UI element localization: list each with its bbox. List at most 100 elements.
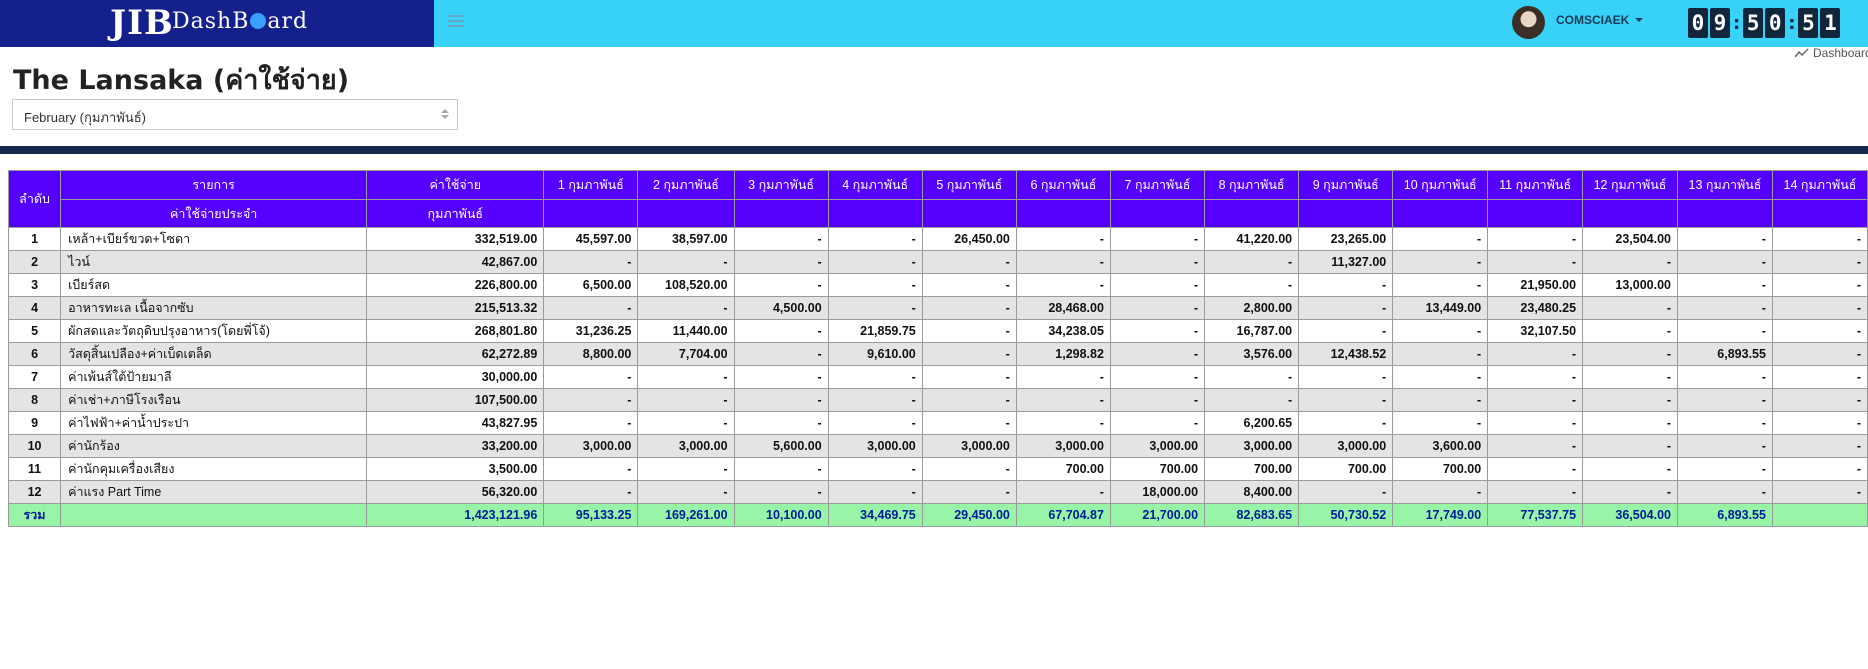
row-index: 8 bbox=[7, 388, 62, 412]
clock-digit: 5 bbox=[1798, 8, 1819, 38]
header-day: 6 กุมภาพันธ์ bbox=[1015, 170, 1111, 200]
hamburger-menu-icon[interactable] bbox=[448, 12, 464, 32]
row-total-cost: 43,827.95 bbox=[366, 411, 545, 435]
row-day-amount: - bbox=[921, 411, 1017, 435]
brand-logo[interactable]: JIB DashB ard bbox=[0, 0, 434, 47]
row-day-amount: - bbox=[1487, 457, 1584, 481]
clock-digit: 0 bbox=[1688, 8, 1708, 38]
total-day-cell: 17,749.00 bbox=[1392, 503, 1489, 527]
row-day-amount: - bbox=[733, 250, 829, 274]
row-total-cost: 268,801.80 bbox=[366, 319, 545, 343]
table-row: 6 วัสดุสิ้นเปลือง+ค่าเบ็ดเตล็ด 62,272.89 8,… bbox=[7, 342, 1868, 366]
row-day-amount: - bbox=[1582, 365, 1678, 389]
row-day-amount: 3,000.00 bbox=[1109, 434, 1206, 458]
row-day-amount: 3,000.00 bbox=[1204, 434, 1300, 458]
brand-dot-icon bbox=[250, 13, 267, 29]
top-navbar: JIB DashB ard COMSCIAEK 0 9 : 5 0 : 5 1 bbox=[0, 0, 1868, 47]
row-day-amount: - bbox=[1677, 365, 1773, 389]
row-day-amount: 23,504.00 bbox=[1582, 227, 1678, 251]
row-day-amount: 23,480.25 bbox=[1487, 296, 1584, 320]
row-day-amount: - bbox=[637, 296, 735, 320]
header-day-sub bbox=[1392, 199, 1489, 228]
row-day-amount: 5,600.00 bbox=[733, 434, 829, 458]
header-day: 9 กุมภาพันธ์ bbox=[1298, 170, 1394, 200]
row-day-amount: - bbox=[1392, 388, 1489, 412]
header-day: 2 กุมภาพันธ์ bbox=[637, 170, 735, 200]
user-menu[interactable]: COMSCIAEK bbox=[1556, 13, 1644, 27]
total-day-cell: 169,261.00 bbox=[637, 503, 735, 527]
username-label: COMSCIAEK bbox=[1556, 13, 1630, 27]
total-day-cell: 82,683.65 bbox=[1204, 503, 1300, 527]
header-day: 11 กุมภาพันธ์ bbox=[1487, 170, 1584, 200]
row-day-amount: - bbox=[637, 365, 735, 389]
row-day-amount: - bbox=[733, 365, 829, 389]
row-day-amount: - bbox=[733, 273, 829, 297]
row-day-amount: - bbox=[1487, 227, 1584, 251]
row-day-amount: - bbox=[1487, 388, 1584, 412]
row-day-amount: - bbox=[1677, 434, 1773, 458]
row-day-amount: - bbox=[1487, 250, 1584, 274]
expense-table-container: ลำดับ รายการ ค่าใช้จ่าย 1 กุมภาพันธ์ 2 ก… bbox=[7, 170, 1868, 527]
row-day-amount: - bbox=[1771, 319, 1868, 343]
clock-colon: : bbox=[1788, 12, 1796, 34]
row-index: 7 bbox=[7, 365, 62, 389]
row-day-amount: 38,597.00 bbox=[637, 227, 735, 251]
row-item-name: เหล้า+เบียร์ขวด+โซดา bbox=[60, 227, 368, 251]
row-day-amount: - bbox=[1677, 411, 1773, 435]
row-item-name: ค่านักร้อง bbox=[60, 434, 368, 458]
row-day-amount: 11,327.00 bbox=[1298, 250, 1394, 274]
clock-digit: 9 bbox=[1710, 8, 1730, 38]
row-day-amount: 28,468.00 bbox=[1015, 296, 1111, 320]
row-day-amount: - bbox=[921, 388, 1017, 412]
total-day-cell: 95,133.25 bbox=[543, 503, 639, 527]
header-day: 3 กุมภาพันธ์ bbox=[733, 170, 829, 200]
row-day-amount: - bbox=[1298, 296, 1394, 320]
row-day-amount: - bbox=[1771, 296, 1868, 320]
row-day-amount: - bbox=[921, 457, 1017, 481]
row-total-cost: 215,513.32 bbox=[366, 296, 545, 320]
header-day-sub bbox=[1015, 199, 1111, 228]
avatar[interactable] bbox=[1512, 6, 1545, 39]
table-row: 9 ค่าไฟฟ้า+ค่าน้ำประปา 43,827.95- - - - - - -6,2… bbox=[7, 411, 1868, 435]
row-day-amount: - bbox=[1677, 388, 1773, 412]
row-total-cost: 226,800.00 bbox=[366, 273, 545, 297]
header-day: 8 กุมภาพันธ์ bbox=[1204, 170, 1300, 200]
row-item-name: ค่านักคุมเครื่องเสียง bbox=[60, 457, 368, 481]
row-day-amount: - bbox=[1298, 411, 1394, 435]
row-day-amount: 45,597.00 bbox=[543, 227, 639, 251]
row-day-amount: 700.00 bbox=[1392, 457, 1489, 481]
row-day-amount: - bbox=[1771, 342, 1868, 366]
row-index: 6 bbox=[7, 342, 62, 366]
row-day-amount: - bbox=[1771, 434, 1868, 458]
header-day-sub bbox=[1109, 199, 1206, 228]
row-day-amount: - bbox=[827, 365, 923, 389]
row-total-cost: 107,500.00 bbox=[366, 388, 545, 412]
row-day-amount: - bbox=[1487, 342, 1584, 366]
row-item-name: ค่าแรง Part Time bbox=[60, 480, 368, 504]
row-day-amount: - bbox=[1109, 250, 1206, 274]
row-day-amount: 18,000.00 bbox=[1109, 480, 1206, 504]
month-select[interactable]: February (กุมภาพันธ์) bbox=[12, 99, 458, 130]
row-day-amount: - bbox=[637, 250, 735, 274]
row-day-amount: - bbox=[1771, 457, 1868, 481]
row-day-amount: - bbox=[733, 342, 829, 366]
row-day-amount: 26,450.00 bbox=[921, 227, 1017, 251]
row-index: 4 bbox=[7, 296, 62, 320]
header-day: 5 กุมภาพันธ์ bbox=[921, 170, 1017, 200]
breadcrumb[interactable]: Dashboard bbox=[1795, 46, 1868, 60]
row-day-amount: - bbox=[1677, 250, 1773, 274]
row-item-name: ค่าเพ้นส์ใต้ป้ายมาลี bbox=[60, 365, 368, 389]
row-day-amount: - bbox=[1015, 388, 1111, 412]
row-index: 5 bbox=[7, 319, 62, 343]
header-day-sub bbox=[1771, 199, 1868, 228]
row-day-amount: 13,000.00 bbox=[1582, 273, 1678, 297]
header-item-sub: ค่าใช้จ่ายประจำ bbox=[60, 199, 368, 228]
row-day-amount: - bbox=[637, 411, 735, 435]
row-day-amount: - bbox=[1487, 365, 1584, 389]
row-item-name: ค่าเช่า+ภาษีโรงเรือน bbox=[60, 388, 368, 412]
row-day-amount: - bbox=[921, 342, 1017, 366]
header-cost-sub: กุมภาพันธ์ bbox=[366, 199, 545, 228]
header-day: 12 กุมภาพันธ์ bbox=[1582, 170, 1678, 200]
total-day-cell: 50,730.52 bbox=[1298, 503, 1394, 527]
row-day-amount: 31,236.25 bbox=[543, 319, 639, 343]
